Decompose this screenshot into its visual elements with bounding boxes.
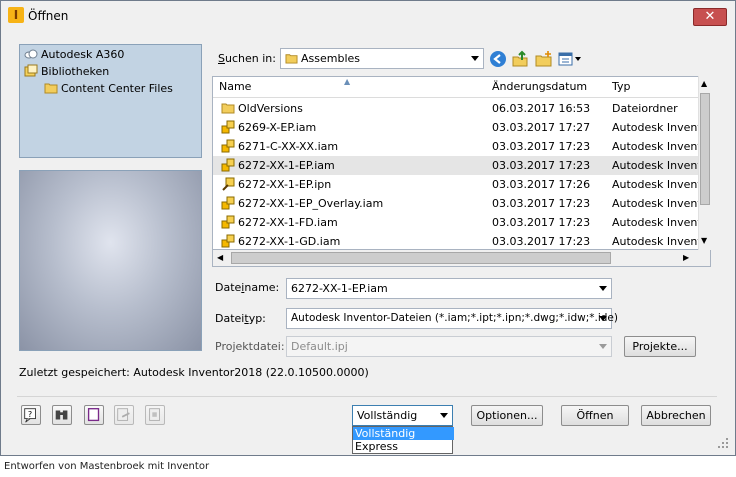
chevron-down-icon (599, 344, 607, 349)
project-label: Projektdatei: (215, 340, 285, 353)
assembly-file-icon (221, 139, 235, 153)
place-bibliotheken[interactable]: Bibliotheken (24, 63, 109, 80)
vertical-scrollbar[interactable]: ▲ ▼ (698, 76, 711, 250)
close-button[interactable]: ✕ (693, 8, 727, 26)
last-saved-text: Zuletzt gespeichert: Autodesk Inventor20… (19, 366, 369, 379)
new-folder-icon[interactable] (535, 50, 553, 68)
help-icon: ? (24, 408, 36, 423)
scroll-down-icon[interactable]: ▼ (701, 236, 707, 245)
column-header-name[interactable]: Name ▲ (213, 77, 493, 98)
filename-label: Dateiname: (215, 281, 280, 294)
filetype-value: Autodesk Inventor-Dateien (*.iam;*.ipt;*… (291, 312, 618, 324)
tool-document-icon (149, 408, 160, 421)
footer-caption: Entworfen von Mastenbroek mit Inventor (4, 461, 210, 472)
chevron-down-icon[interactable] (599, 316, 607, 321)
preview-pane (19, 170, 202, 351)
view-menu-icon[interactable] (558, 50, 584, 68)
disabled-tool-button (145, 405, 165, 425)
back-icon[interactable] (489, 50, 507, 68)
file-row[interactable]: 6272-XX-1-EP.ipn 03.03.2017 17:26 Autode… (213, 175, 700, 194)
scroll-thumb[interactable] (700, 93, 710, 205)
horizontal-scrollbar[interactable]: ◀ ▶ (212, 250, 711, 267)
file-row[interactable]: 6271-C-XX-XX.iam 03.03.2017 17:23 Autode… (213, 137, 700, 156)
up-folder-icon[interactable] (511, 50, 529, 68)
open-mode-combo[interactable]: Vollständig (352, 405, 453, 426)
open-button[interactable]: Öffnen (561, 405, 629, 426)
dropdown-option-express[interactable]: Express (353, 440, 454, 453)
cancel-button[interactable]: Abbrechen (641, 405, 711, 426)
look-in-label: Suchen in: (218, 52, 276, 65)
inventor-app-icon: I (8, 7, 24, 23)
open-mode-dropdown[interactable]: Vollständig Express (352, 426, 454, 454)
open-mode-value: Vollständig (357, 409, 418, 422)
dialog-title: Öffnen (28, 9, 69, 23)
scroll-thumb[interactable] (231, 252, 611, 264)
help-button[interactable]: ? (21, 405, 41, 425)
place-content-center-files[interactable]: Content Center Files (44, 80, 173, 97)
file-list[interactable]: Name ▲ Änderungsdatum Typ OldVersions 06.… (212, 76, 711, 250)
divider (17, 396, 717, 397)
folder-icon (285, 54, 298, 64)
svg-text:?: ? (28, 409, 32, 419)
assembly-file-icon (221, 234, 235, 248)
assembly-file-icon (221, 196, 235, 210)
title-bar[interactable] (1, 1, 733, 31)
options-button[interactable]: Optionen... (471, 405, 543, 426)
scroll-left-icon[interactable]: ◀ (217, 253, 223, 262)
find-button[interactable] (52, 405, 72, 425)
file-row[interactable]: OldVersions 06.03.2017 16:53 Dateiordner (213, 99, 700, 118)
project-combo: Default.ipj (286, 336, 612, 357)
binoculars-icon (55, 410, 68, 420)
place-autodesk-a360[interactable]: Autodesk A360 (24, 46, 124, 63)
file-row[interactable]: 6272-XX-1-GD.iam 03.03.2017 17:23 Autode… (213, 232, 700, 249)
filetype-combo[interactable]: Autodesk Inventor-Dateien (*.iam;*.ipt;*… (286, 308, 618, 329)
folder-icon (44, 83, 58, 94)
cloud-icon (24, 49, 38, 59)
chevron-down-icon[interactable] (440, 413, 448, 418)
options-file-button[interactable] (84, 405, 104, 425)
look-in-combo[interactable]: Assembles (280, 48, 484, 69)
assembly-file-icon (221, 215, 235, 229)
resize-grip-icon[interactable] (716, 436, 730, 450)
chevron-down-icon (471, 56, 479, 61)
disabled-action-button (114, 405, 134, 425)
sort-up-icon: ▲ (344, 77, 351, 86)
place-label: Bibliotheken (41, 65, 110, 78)
document-icon (87, 408, 100, 422)
look-in-value: Assembles (301, 52, 361, 65)
column-header-type[interactable]: Typ (606, 77, 707, 98)
filetype-label: Dateityp: (215, 312, 266, 325)
place-label: Content Center Files (61, 82, 173, 95)
chevron-down-icon[interactable] (599, 286, 607, 291)
scroll-up-icon[interactable]: ▲ (701, 79, 707, 88)
file-row[interactable]: 6269-X-EP.iam 03.03.2017 17:27 Autodesk … (213, 118, 700, 137)
file-row[interactable]: 6272-XX-1-FD.iam 03.03.2017 17:23 Autode… (213, 213, 700, 232)
assembly-file-icon (221, 120, 235, 134)
place-label: Autodesk A360 (41, 48, 125, 61)
arrow-document-icon (117, 408, 130, 421)
file-row[interactable]: 6272-XX-1-EP_Overlay.iam 03.03.2017 17:2… (213, 194, 700, 213)
presentation-file-icon (222, 177, 235, 191)
filename-value: 6272-XX-1-EP.iam (291, 282, 388, 295)
folder-icon (221, 103, 235, 114)
dropdown-option-vollstaendig[interactable]: Vollständig (353, 427, 454, 440)
scroll-right-icon[interactable]: ▶ (683, 253, 689, 262)
libraries-icon (24, 64, 38, 77)
places-panel: Autodesk A360 Bibliotheken Content Cente… (19, 44, 202, 158)
filename-combo[interactable]: 6272-XX-1-EP.iam (286, 278, 612, 299)
file-row-selected[interactable]: 6272-XX-1-EP.iam 03.03.2017 17:23 Autode… (213, 156, 700, 175)
projects-button[interactable]: Projekte... (624, 336, 696, 357)
project-value: Default.ipj (291, 340, 348, 353)
assembly-file-icon (221, 158, 235, 172)
column-header-date[interactable]: Änderungsdatum (486, 77, 613, 98)
